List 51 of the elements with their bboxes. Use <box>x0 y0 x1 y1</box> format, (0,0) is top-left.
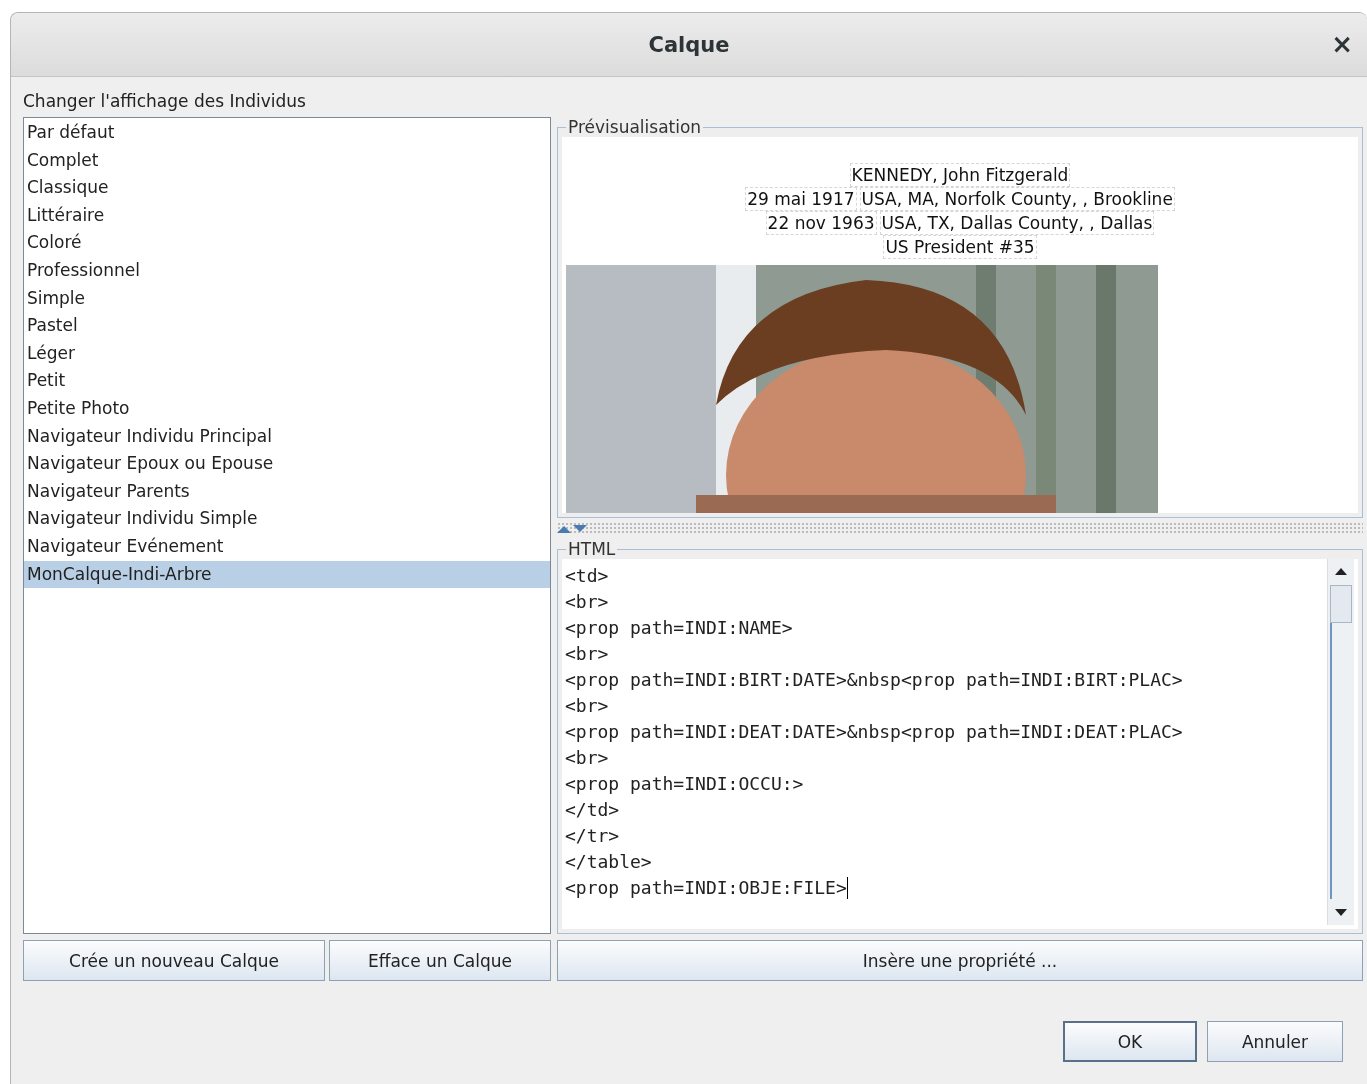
scroll-thumb[interactable] <box>1330 585 1352 623</box>
code-line: <prop path=INDI:OCCU:> <box>565 772 804 796</box>
panel-title: Prévisualisation <box>567 117 703 137</box>
code-line: <prop path=INDI:OBJE:FILE> <box>565 876 847 900</box>
dialog-button[interactable]: Annuler <box>1207 1021 1343 1062</box>
list-item[interactable]: Classique <box>24 174 550 202</box>
dialog-button[interactable]: OK <box>1063 1021 1197 1062</box>
code-line: </td> <box>565 798 620 822</box>
list-label: Changer l'affichage des Individus <box>23 90 307 113</box>
window-title: Calque <box>648 32 730 57</box>
layer-button[interactable]: Crée un nouveau Calque <box>23 940 325 981</box>
list-item[interactable]: MonCalque-Indi-Arbre <box>24 560 550 589</box>
list-item[interactable]: Petite Photo <box>24 394 550 423</box>
code-line: <prop path=INDI:DEAT:DATE>&nbsp<prop path=INDI:DEAT:PLAC> <box>565 720 1183 744</box>
code-line: <br> <box>565 694 609 718</box>
list-item[interactable]: Professionnel <box>24 256 550 285</box>
list-item[interactable]: Navigateur Individu Simple <box>24 505 550 533</box>
code-line: <br> <box>565 746 609 770</box>
code-line: <td> <box>565 564 609 588</box>
preview-text: US President #35 <box>883 235 1037 259</box>
preview-text: KENNEDY, John Fitzgerald <box>849 163 1071 187</box>
down-arrow-icon[interactable] <box>573 524 587 533</box>
layer-button[interactable]: Efface un Calque <box>329 940 551 981</box>
preview-text: USA, TX, Dallas County, , Dallas <box>879 211 1155 235</box>
code-line: </tr> <box>565 824 620 848</box>
list-item[interactable]: Coloré <box>24 229 550 257</box>
close-button[interactable]: × <box>1327 31 1357 57</box>
list-item[interactable]: Navigateur Evénement <box>24 532 550 561</box>
code-line: <br> <box>565 642 609 666</box>
list-item[interactable]: Léger <box>24 339 550 368</box>
list-item[interactable]: Par défaut <box>24 119 550 147</box>
list-item[interactable]: Navigateur Individu Principal <box>24 422 550 451</box>
code-line: <br> <box>565 590 609 614</box>
list-item[interactable]: Navigateur Epoux ou Epouse <box>24 450 550 478</box>
insert-property-button[interactable]: Insère une propriété ... <box>557 940 1363 981</box>
preview-text: 22 nov 1963 <box>765 211 877 235</box>
list-item[interactable]: Simple <box>24 284 550 313</box>
preview-text: USA, MA, Norfolk County, , Brookline <box>859 187 1175 211</box>
panel-title: HTML <box>567 539 617 559</box>
code-line: <prop path=INDI:NAME> <box>565 616 793 640</box>
list-item[interactable]: Littéraire <box>24 201 550 230</box>
list-item[interactable]: Complet <box>24 146 550 175</box>
preview-text: 29 mai 1917 <box>745 187 857 211</box>
code-line: <prop path=INDI:BIRT:DATE>&nbsp<prop path=INDI:BIRT:PLAC> <box>565 668 1183 692</box>
text-cursor <box>846 877 849 899</box>
list-item[interactable]: Pastel <box>24 312 550 340</box>
list-item[interactable]: Navigateur Parents <box>24 477 550 506</box>
up-arrow-icon[interactable] <box>557 524 571 533</box>
code-line: </table> <box>565 850 652 874</box>
list-item[interactable]: Petit <box>24 367 550 395</box>
scrollbar[interactable] <box>1327 559 1354 925</box>
